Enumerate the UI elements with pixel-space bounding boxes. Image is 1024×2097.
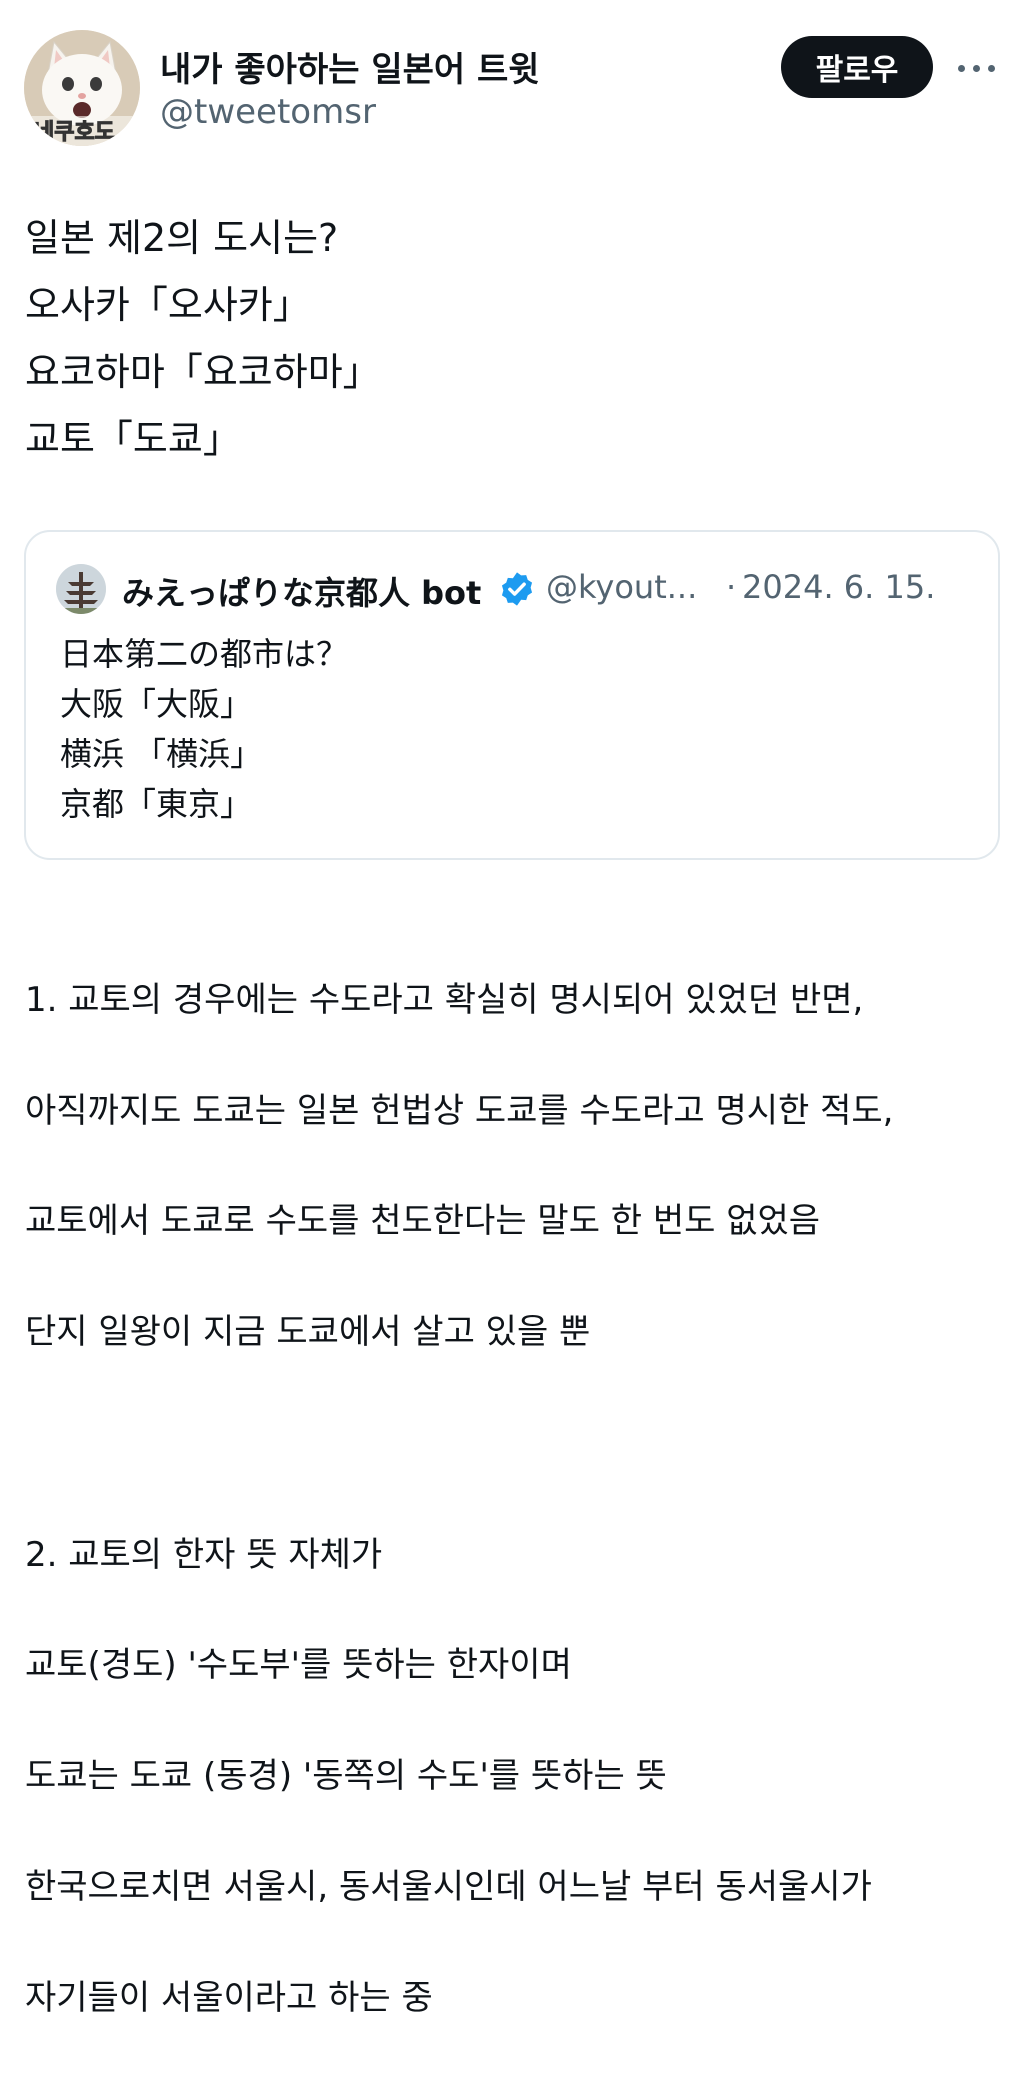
- follow-button[interactable]: 팔로우: [781, 36, 933, 98]
- quoted-author-handle[interactable]: @kyout...: [546, 568, 697, 606]
- author-avatar[interactable]: 네쿠호도: [24, 30, 140, 146]
- body-line: 한국으로치면 서울시, 동서울시인데 어느날 부터 동서울시가: [25, 1867, 872, 1907]
- body-line: 2. 교토의 한자 뜻 자체가: [25, 1535, 383, 1575]
- more-options-icon[interactable]: [954, 48, 1000, 88]
- quoted-line: 大阪「大阪」: [60, 685, 253, 723]
- quoted-tweet-date[interactable]: 2024. 6. 15.: [742, 568, 935, 606]
- tweet-line: 요코하마「요코하마」: [25, 350, 381, 394]
- body-line: 도쿄는 도쿄 (동경) '동쪽의 수도'를 뜻하는 뜻: [25, 1756, 667, 1796]
- separator-dot: ·: [726, 568, 737, 606]
- quoted-line: 日本第二の都市は？: [60, 635, 349, 673]
- body-line: 1. 교토의 경우에는 수도라고 확실히 명시되어 있었던 반면,: [25, 980, 864, 1020]
- body-line: 자기들이 서울이라고 하는 중: [25, 1978, 433, 2018]
- body-line: 교토(경도) '수도부'를 뜻하는 한자이며: [25, 1645, 572, 1685]
- avatar-caption: 네쿠호도: [34, 120, 116, 146]
- quoted-line: 京都「東京」: [60, 785, 253, 823]
- quoted-author-name[interactable]: みえっぱりな京都人 bot: [122, 568, 481, 614]
- body-line: 아직까지도 도쿄는 일본 헌법상 도쿄를 수도라고 명시한 적도,: [25, 1091, 894, 1131]
- author-display-name[interactable]: 내가 좋아하는 일본어 트윗: [160, 42, 540, 91]
- quoted-author-avatar[interactable]: [56, 564, 106, 614]
- tweet-line: 오사카「오사카」: [25, 283, 311, 327]
- body-line: 단지 일왕이 지금 도쿄에서 살고 있을 뿐: [25, 1312, 591, 1352]
- tweet-header: 네쿠호도 내가 좋아하는 일본어 트윗 @tweetomsr 팔로우: [24, 30, 1000, 150]
- quoted-line: 横浜 「横浜」: [60, 735, 263, 773]
- tweet-line: 일본 제2의 도시는?: [25, 216, 339, 260]
- verified-badge-icon: [498, 570, 536, 608]
- body-line: 교토에서 도쿄로 수도를 천도한다는 말도 한 번도 없었음: [25, 1201, 821, 1241]
- tweet-line: 교토「도쿄」: [25, 417, 241, 461]
- quoted-tweet-card[interactable]: みえっぱりな京都人 bot @kyout... · 2024. 6. 15. 日…: [24, 530, 1000, 860]
- author-handle[interactable]: @tweetomsr: [160, 92, 376, 132]
